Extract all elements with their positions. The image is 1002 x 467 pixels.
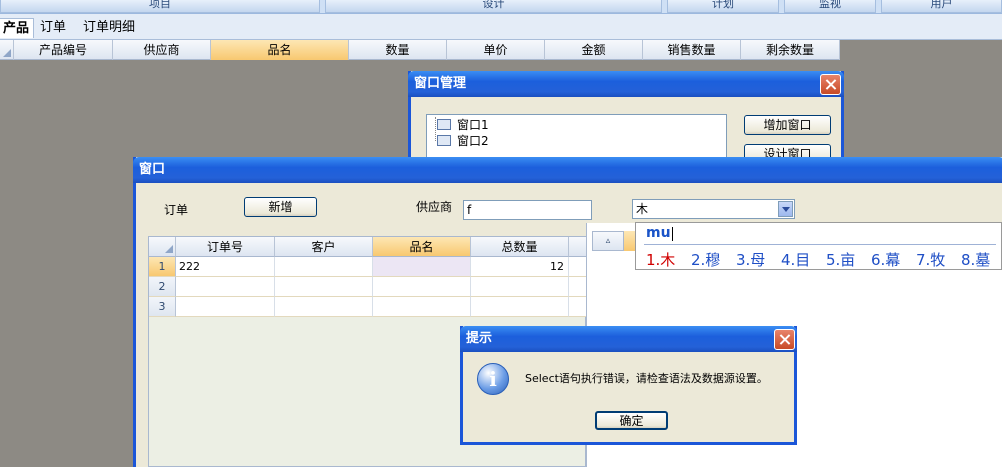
ime-candidate[interactable]: 3.母 [736, 249, 765, 270]
chevron-down-icon[interactable] [778, 201, 793, 217]
column-header-supplier[interactable]: 供应商 [113, 40, 211, 60]
menu-item-design[interactable]: 设计 [325, 0, 662, 13]
ime-candidate[interactable]: 1.木 [646, 249, 675, 270]
window-manager-title: 窗口管理 [408, 71, 844, 97]
tree-item[interactable]: 窗口1 [437, 117, 489, 132]
ime-composition: mu [646, 225, 671, 241]
menu-item-plan[interactable]: 计划 [667, 0, 779, 13]
column-header-total-qty[interactable]: 总数量 [471, 237, 569, 257]
row-number[interactable]: 3 [149, 297, 176, 317]
cell-total-qty[interactable] [471, 297, 569, 317]
info-icon: i [477, 363, 509, 395]
cell-extra[interactable] [569, 297, 587, 317]
cell-customer[interactable] [275, 297, 373, 317]
cell-total-qty[interactable] [471, 277, 569, 297]
tree-line [435, 117, 436, 141]
column-header-sales-qty[interactable]: 销售数量 [643, 40, 741, 60]
ok-button[interactable]: 确定 [595, 411, 668, 430]
cell-total-qty[interactable]: 12 [471, 257, 569, 277]
cell-customer[interactable] [275, 277, 373, 297]
menu-item-monitor[interactable]: 监视 [784, 0, 876, 13]
row-number[interactable]: 2 [149, 277, 176, 297]
alert-message: Select语句执行错误，请检查语法及数据源设置。 [525, 372, 768, 385]
ime-candidate[interactable]: 7.牧 [916, 249, 945, 270]
ime-caret [672, 227, 673, 241]
cell-name[interactable] [373, 257, 471, 277]
supplier-label: 供应商 [416, 200, 453, 214]
ime-candidate[interactable]: 5.亩 [826, 249, 855, 270]
column-header-name[interactable]: 品名 [211, 40, 349, 60]
product-grid-header: 产品编号 供应商 品名 数量 单价 金额 销售数量 剩余数量 [0, 40, 840, 60]
ime-candidate[interactable]: 2.穆 [691, 249, 720, 270]
tab-order-detail[interactable]: 订单明细 [79, 18, 139, 38]
tree-item[interactable]: 窗口2 [437, 133, 489, 148]
grid-corner-icon[interactable] [149, 237, 176, 257]
tab-strip: 产品 订单 订单明细 [0, 14, 1002, 40]
order-label: 订单 [164, 203, 189, 217]
supplier-input[interactable]: f [463, 200, 592, 220]
menu-item-project[interactable]: 项目 [0, 0, 320, 13]
column-header-remaining-qty[interactable]: 剩余数量 [741, 40, 840, 60]
supplier-combo[interactable]: 木 [632, 199, 795, 219]
window-node-icon [437, 118, 451, 130]
supplier-combo-value: 木 [636, 202, 649, 216]
cell-name[interactable] [373, 297, 471, 317]
column-header-amount[interactable]: 金额 [545, 40, 643, 60]
tree-item-label: 窗口2 [457, 133, 489, 148]
top-menu-bar: 项目 设计 计划 监视 用户 [0, 0, 1002, 14]
new-button[interactable]: 新增 [244, 197, 317, 217]
column-header-customer[interactable]: 客户 [275, 237, 373, 257]
column-header-product-id[interactable]: 产品编号 [14, 40, 113, 60]
ime-divider [644, 244, 996, 245]
window-manager-close-icon[interactable] [820, 74, 841, 95]
order-window-title: 窗口 [133, 157, 1002, 183]
column-header-name[interactable]: 品名 [373, 237, 471, 257]
grid-corner-icon[interactable] [0, 40, 14, 60]
ime-candidate-window: mu 1.木 2.穆 3.母 4.目 5.亩 6.幕 7.牧 8.墓 [635, 222, 1002, 270]
alert-title: 提示 [460, 326, 797, 352]
ime-candidate[interactable]: 6.幕 [871, 249, 900, 270]
cell-customer[interactable] [275, 257, 373, 277]
cell-order-no[interactable] [176, 297, 275, 317]
menu-item-user[interactable]: 用户 [881, 0, 1002, 13]
cell-extra[interactable] [569, 257, 587, 277]
tab-order[interactable]: 订单 [36, 18, 70, 38]
alert-close-icon[interactable] [774, 329, 795, 350]
cell-order-no[interactable] [176, 277, 275, 297]
column-header-extra [569, 237, 587, 257]
column-header-order-no[interactable]: 订单号 [176, 237, 275, 257]
window-node-icon [437, 134, 451, 146]
window-tree: 窗口1 窗口2 [426, 114, 727, 159]
row-number[interactable]: 1 [149, 257, 176, 277]
grid-corner-icon[interactable]: ▵ [592, 231, 624, 251]
cell-name[interactable] [373, 277, 471, 297]
tab-product[interactable]: 产品 [0, 18, 35, 38]
tree-item-label: 窗口1 [457, 117, 489, 132]
ime-candidate[interactable]: 8.墓 [961, 249, 990, 270]
cell-order-no[interactable]: 222 [176, 257, 275, 277]
column-header-quantity[interactable]: 数量 [349, 40, 447, 60]
alert-dialog: 提示 i Select语句执行错误，请检查语法及数据源设置。 确定 [460, 326, 797, 445]
column-header-unit-price[interactable]: 单价 [447, 40, 545, 60]
add-window-button[interactable]: 增加窗口 [744, 115, 831, 135]
ime-candidate[interactable]: 4.目 [781, 249, 810, 270]
cell-extra[interactable] [569, 277, 587, 297]
